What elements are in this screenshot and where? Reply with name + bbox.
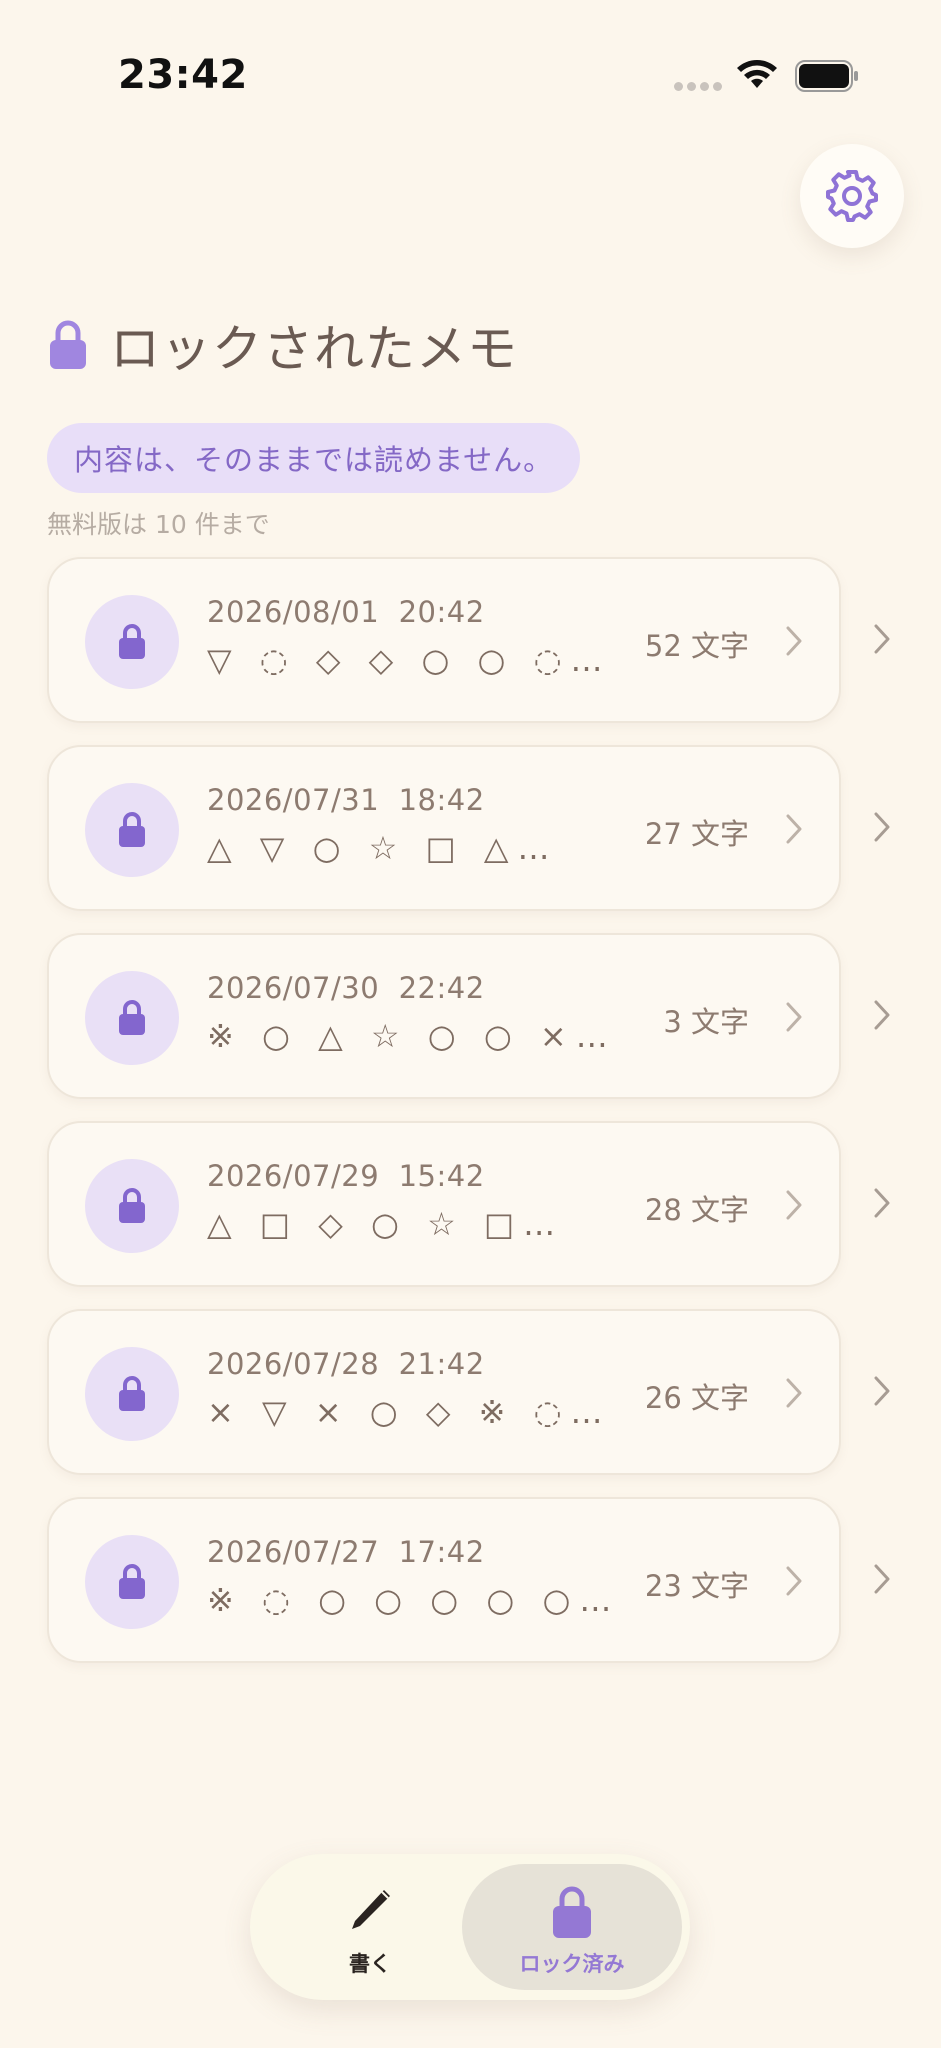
cellular-signal-icon: [674, 82, 722, 91]
memo-lock-avatar: [85, 971, 179, 1065]
tab-write-label: 書く: [349, 1952, 391, 1976]
status-bar: 23:42: [0, 0, 941, 150]
memo-date: 2026/07/31 18:42: [207, 783, 485, 817]
gear-icon: [826, 170, 878, 222]
list-item[interactable]: 2026/07/30 22:42 ※ ○ △ ☆ ○ ○ ×… 3 文字: [47, 933, 941, 1121]
memo-lock-avatar: [85, 783, 179, 877]
memo-card[interactable]: 2026/07/27 17:42 ※ ◌ ○ ○ ○ ○ ○… 23 文字: [47, 1497, 841, 1663]
settings-button[interactable]: [800, 144, 904, 248]
tab-locked[interactable]: ロック済み: [462, 1864, 682, 1990]
memo-preview: ※ ○ △ ☆ ○ ○ ×…: [207, 1017, 617, 1055]
memo-preview: △ ▽ ○ ☆ □ △…: [207, 829, 559, 867]
memo-char-count: 27 文字: [644, 817, 749, 851]
chevron-right-icon[interactable]: [873, 1563, 891, 1595]
memo-char-count: 28 文字: [644, 1193, 749, 1227]
memo-list: 2026/08/01 20:42 ▽ ◌ ◇ ◇ ○ ○ ◌… 52 文字 20…: [47, 557, 941, 1685]
chevron-right-icon: [786, 1002, 802, 1032]
lock-icon: [119, 1376, 145, 1411]
memo-card[interactable]: 2026/07/31 18:42 △ ▽ ○ ☆ □ △… 27 文字: [47, 745, 841, 911]
chevron-right-icon: [786, 814, 802, 844]
list-item[interactable]: 2026/07/28 21:42 × ▽ × ○ ◇ ※ ◌… 26 文字: [47, 1309, 941, 1497]
lock-icon: [119, 624, 145, 659]
chevron-right-icon[interactable]: [873, 811, 891, 843]
list-item[interactable]: 2026/07/31 18:42 △ ▽ ○ ☆ □ △… 27 文字: [47, 745, 941, 933]
chevron-right-icon: [786, 1190, 802, 1220]
lock-icon: [119, 1188, 145, 1223]
chevron-right-icon[interactable]: [873, 1187, 891, 1219]
memo-lock-avatar: [85, 1159, 179, 1253]
memo-lock-avatar: [85, 1535, 179, 1629]
memo-char-count: 23 文字: [644, 1569, 749, 1603]
notice-badge: 内容は、そのままでは読めません。: [47, 423, 581, 493]
list-item[interactable]: 2026/07/27 17:42 ※ ◌ ○ ○ ○ ○ ○… 23 文字: [47, 1497, 941, 1685]
page-header: ロックされたメモ: [48, 310, 518, 380]
memo-card[interactable]: 2026/07/30 22:42 ※ ○ △ ☆ ○ ○ ×… 3 文字: [47, 933, 841, 1099]
lock-icon: [119, 1000, 145, 1035]
pencil-icon: [352, 1890, 390, 1929]
memo-preview: ※ ◌ ○ ○ ○ ○ ○…: [207, 1581, 621, 1619]
chevron-right-icon[interactable]: [873, 1375, 891, 1407]
chevron-right-icon: [786, 626, 802, 656]
memo-date: 2026/07/30 22:42: [207, 971, 485, 1005]
memo-char-count: 3 文字: [663, 1005, 749, 1039]
memo-card[interactable]: 2026/07/28 21:42 × ▽ × ○ ◇ ※ ◌… 26 文字: [47, 1309, 841, 1475]
status-time: 23:42: [118, 52, 248, 98]
page-title: ロックされたメモ: [110, 320, 518, 378]
memo-date: 2026/07/27 17:42: [207, 1535, 485, 1569]
limit-text: 無料版は 10 件まで: [47, 510, 270, 539]
memo-char-count: 52 文字: [644, 629, 749, 663]
chevron-right-icon[interactable]: [873, 999, 891, 1031]
memo-preview: × ▽ × ○ ◇ ※ ◌…: [207, 1393, 612, 1431]
lock-icon: [119, 1564, 145, 1599]
memo-date: 2026/07/28 21:42: [207, 1347, 485, 1381]
chevron-right-icon: [786, 1378, 802, 1408]
memo-preview: ▽ ◌ ◇ ◇ ○ ○ ◌…: [207, 641, 612, 679]
lock-icon: [553, 1886, 591, 1938]
memo-date: 2026/08/01 20:42: [207, 595, 485, 629]
bottom-nav: 書く ロック済み: [250, 1854, 690, 2000]
tab-locked-label: ロック済み: [519, 1952, 625, 1976]
chevron-right-icon[interactable]: [873, 623, 891, 655]
memo-lock-avatar: [85, 1347, 179, 1441]
memo-date: 2026/07/29 15:42: [207, 1159, 485, 1193]
memo-card[interactable]: 2026/07/29 15:42 △ □ ◇ ○ ☆ □… 28 文字: [47, 1121, 841, 1287]
list-item[interactable]: 2026/08/01 20:42 ▽ ◌ ◇ ◇ ○ ○ ◌… 52 文字: [47, 557, 941, 745]
chevron-right-icon: [786, 1566, 802, 1596]
memo-char-count: 26 文字: [644, 1381, 749, 1415]
battery-icon: [795, 60, 858, 92]
lock-icon: [119, 812, 145, 847]
memo-card[interactable]: 2026/08/01 20:42 ▽ ◌ ◇ ◇ ○ ○ ◌… 52 文字: [47, 557, 841, 723]
list-item[interactable]: 2026/07/29 15:42 △ □ ◇ ○ ☆ □… 28 文字: [47, 1121, 941, 1309]
wifi-icon: [737, 60, 777, 88]
memo-preview: △ □ ◇ ○ ☆ □…: [207, 1205, 565, 1243]
tab-write[interactable]: 書く: [270, 1864, 470, 1990]
lock-icon: [50, 320, 86, 369]
memo-lock-avatar: [85, 595, 179, 689]
